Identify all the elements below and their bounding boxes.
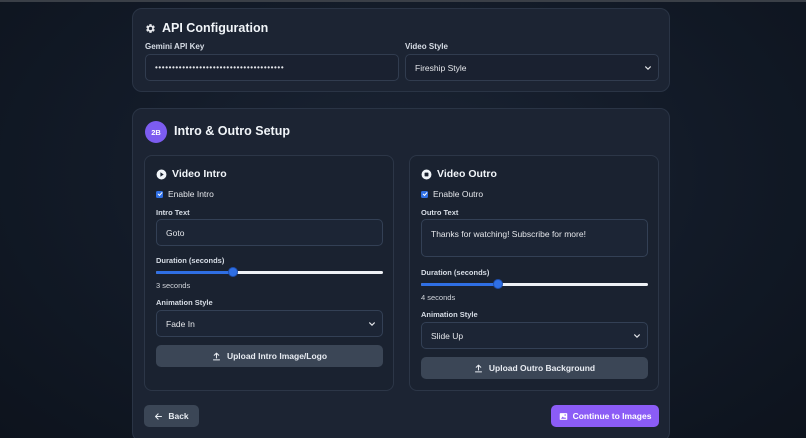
outro-text-label: Outro Text: [421, 208, 459, 217]
api-configuration-card: API Configuration Gemini API Key •••••••…: [132, 8, 670, 92]
enable-intro-row[interactable]: Enable Intro: [156, 189, 214, 199]
gemini-api-key-value: ••••••••••••••••••••••••••••••••••••••: [155, 63, 285, 72]
video-intro-title: Video Intro: [172, 168, 227, 180]
intro-animation-value: Fade In: [166, 318, 195, 329]
slider-fill: [156, 270, 234, 274]
window-top-border: [0, 0, 806, 2]
outro-animation-value: Slide Up: [431, 330, 464, 341]
upload-outro-background-button[interactable]: Upload Outro Background: [421, 357, 648, 379]
enable-outro-row[interactable]: Enable Outro: [421, 189, 483, 199]
continue-to-images-button[interactable]: Continue to Images: [551, 405, 659, 427]
slider-thumb[interactable]: [493, 279, 504, 289]
intro-animation-select[interactable]: Fade In: [156, 310, 383, 337]
intro-outro-setup-card: 2B Intro & Outro Setup Video Intro Enabl…: [132, 108, 670, 438]
slider-thumb[interactable]: [228, 267, 239, 277]
outro-animation-label: Animation Style: [421, 310, 478, 319]
chevron-down-icon: [644, 64, 652, 72]
enable-intro-label: Enable Intro: [168, 189, 214, 199]
intro-animation-label: Animation Style: [156, 298, 213, 307]
outro-animation-select[interactable]: Slide Up: [421, 322, 648, 349]
chevron-down-icon: [368, 320, 376, 328]
upload-outro-label: Upload Outro Background: [488, 363, 596, 373]
setup-title: Intro & Outro Setup: [174, 124, 290, 138]
intro-text-label: Intro Text: [156, 208, 190, 217]
video-outro-panel: Video Outro Enable Outro Outro Text Than…: [409, 155, 659, 391]
upload-intro-image-button[interactable]: Upload Intro Image/Logo: [156, 345, 383, 367]
back-label: Back: [168, 411, 189, 421]
outro-duration-slider[interactable]: [421, 279, 648, 289]
video-outro-title: Video Outro: [437, 168, 497, 180]
intro-text-input[interactable]: Goto: [156, 219, 383, 246]
video-outro-header: Video Outro: [421, 168, 497, 180]
video-style-select[interactable]: Fireship Style: [405, 54, 659, 81]
upload-icon: [474, 364, 483, 373]
video-intro-header: Video Intro: [156, 168, 227, 180]
step-badge: 2B: [145, 121, 167, 143]
video-intro-panel: Video Intro Enable Intro Intro Text Goto…: [144, 155, 394, 391]
arrow-left-icon: [154, 412, 163, 421]
enable-intro-checkbox[interactable]: [156, 190, 163, 198]
intro-text-value: Goto: [166, 227, 185, 238]
outro-text-value: Thanks for watching! Subscribe for more!: [431, 229, 586, 239]
upload-icon: [212, 352, 221, 361]
gemini-api-key-label: Gemini API Key: [145, 42, 205, 51]
gemini-api-key-input[interactable]: ••••••••••••••••••••••••••••••••••••••: [145, 54, 399, 81]
video-style-value: Fireship Style: [415, 62, 467, 73]
enable-outro-checkbox[interactable]: [421, 190, 428, 198]
back-button[interactable]: Back: [144, 405, 199, 427]
continue-label: Continue to Images: [572, 411, 652, 421]
play-circle-icon: [156, 169, 167, 180]
intro-duration-label: Duration (seconds): [156, 256, 225, 265]
api-configuration-title: API Configuration: [162, 21, 269, 35]
image-icon: [559, 412, 568, 421]
chevron-down-icon: [633, 332, 641, 340]
intro-duration-value: 3 seconds: [156, 281, 191, 290]
stop-circle-icon: [421, 169, 432, 180]
outro-duration-label: Duration (seconds): [421, 268, 490, 277]
outro-text-input[interactable]: Thanks for watching! Subscribe for more!: [421, 219, 648, 257]
api-configuration-header: API Configuration: [145, 21, 268, 35]
slider-fill: [421, 282, 499, 286]
video-style-label: Video Style: [405, 42, 448, 51]
enable-outro-label: Enable Outro: [433, 189, 484, 199]
gear-icon: [145, 23, 156, 34]
outro-duration-value: 4 seconds: [421, 293, 456, 302]
intro-duration-slider[interactable]: [156, 267, 383, 277]
upload-intro-label: Upload Intro Image/Logo: [226, 351, 328, 361]
